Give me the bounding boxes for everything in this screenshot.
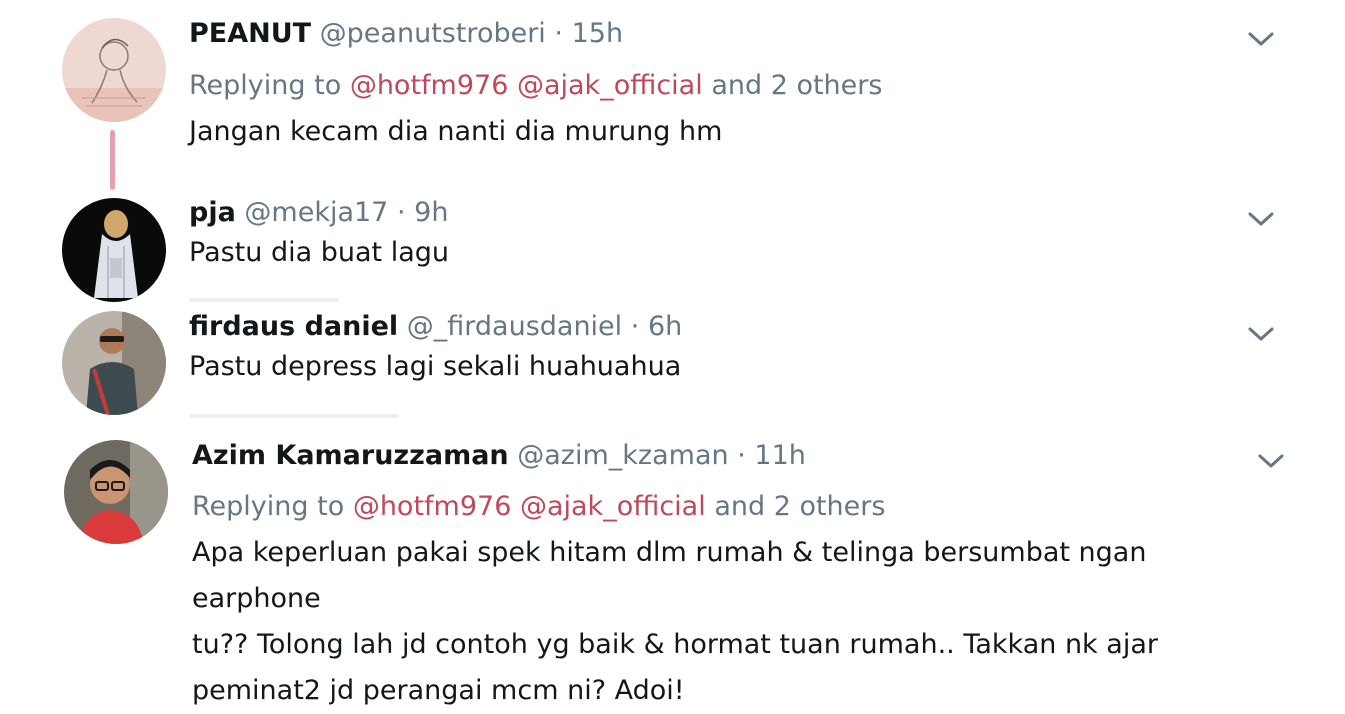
tweet-header: firdaus daniel @_firdausdaniel · 6h — [189, 310, 1265, 344]
separator: · — [554, 18, 563, 49]
mention-link[interactable]: @hotfm976 — [353, 491, 512, 522]
avatar-hijab-figure-icon — [62, 198, 166, 302]
replying-suffix[interactable]: and 2 others — [714, 491, 885, 522]
tweet-peanut[interactable]: PEANUT @peanutstroberi · 15h Replying to… — [0, 0, 1345, 190]
timestamp[interactable]: 15h — [572, 18, 623, 49]
user-handle[interactable]: @azim_kzaman — [517, 440, 728, 471]
tweet-header: PEANUT @peanutstroberi · 15h — [189, 17, 1265, 51]
tweet-text-line: tu?? Tolong lah jd contoh yg baik & horm… — [192, 629, 1158, 660]
mention-link[interactable]: @ajak_official — [520, 491, 706, 522]
tweet-text: Pastu depress lagi sekali huahuahua — [189, 351, 682, 382]
display-name[interactable]: firdaus daniel — [189, 311, 398, 342]
replying-suffix[interactable]: and 2 others — [711, 70, 882, 101]
separator: · — [630, 311, 640, 342]
chevron-down-icon[interactable] — [1247, 30, 1275, 48]
display-name[interactable]: PEANUT — [189, 18, 311, 49]
user-handle[interactable]: @_firdausdaniel — [407, 311, 622, 342]
tweet-header: Azim Kamaruzzaman @azim_kzaman · 11h — [192, 439, 1265, 473]
divider — [189, 298, 339, 302]
separator: · — [396, 197, 406, 228]
divider — [189, 414, 399, 418]
tweet-firdaus[interactable]: firdaus daniel @_firdausdaniel · 6h Past… — [0, 305, 1345, 417]
display-name[interactable]: pja — [189, 197, 236, 228]
mention-link[interactable]: @ajak_official — [517, 70, 703, 101]
tweet-azim[interactable]: Azim Kamaruzzaman @azim_kzaman · 11h Rep… — [0, 425, 1345, 706]
avatar[interactable] — [64, 440, 168, 544]
chevron-down-icon[interactable] — [1247, 210, 1275, 228]
timestamp[interactable]: 11h — [754, 440, 805, 471]
avatar[interactable] — [62, 18, 166, 122]
replying-to: Replying to @hotfm976 @ajak_official and… — [192, 490, 1265, 524]
tweet-header: pja @mekja17 · 9h — [189, 196, 1265, 230]
chevron-down-icon[interactable] — [1257, 452, 1285, 470]
avatar-man-glasses-icon — [64, 440, 168, 544]
user-handle[interactable]: @mekja17 — [244, 197, 388, 228]
tweet-text: Apa keperluan pakai spek hitam dlm rumah… — [192, 530, 1265, 714]
timestamp[interactable]: 9h — [414, 197, 448, 228]
separator: · — [737, 440, 746, 471]
replying-prefix: Replying to — [192, 491, 345, 522]
replying-prefix: Replying to — [189, 70, 342, 101]
tweet-pja[interactable]: pja @mekja17 · 9h Pastu dia buat lagu — [0, 190, 1345, 302]
mention-link[interactable]: @hotfm976 — [350, 70, 509, 101]
display-name[interactable]: Azim Kamaruzzaman — [192, 440, 509, 471]
tweet-text: Jangan kecam dia nanti dia murung hm — [189, 116, 723, 147]
avatar-sketch-illustration-icon — [62, 18, 166, 122]
tweet-text-line: Apa keperluan pakai spek hitam dlm rumah… — [192, 537, 1147, 614]
avatar[interactable] — [62, 198, 166, 302]
timestamp[interactable]: 6h — [648, 311, 682, 342]
replying-to: Replying to @hotfm976 @ajak_official and… — [189, 69, 1265, 103]
chevron-down-icon[interactable] — [1247, 325, 1275, 343]
tweet-text: Pastu dia buat lagu — [189, 237, 449, 268]
user-handle[interactable]: @peanutstroberi — [320, 18, 546, 49]
avatar[interactable] — [62, 311, 166, 415]
avatar-man-sunglasses-icon — [62, 311, 166, 415]
tweet-text-line: peminat2 jd perangai mcm ni? Adoi! — [192, 675, 685, 706]
